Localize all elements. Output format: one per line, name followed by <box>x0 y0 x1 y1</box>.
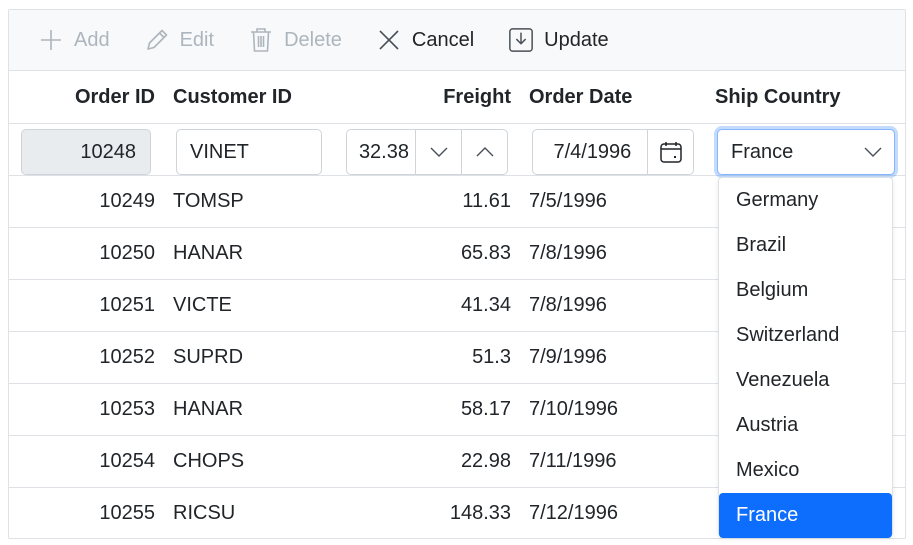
pencil-icon <box>144 27 170 53</box>
cell-order-id: 10255 <box>99 502 155 524</box>
header-order-date[interactable]: Order Date <box>519 86 705 109</box>
customer-id-value: VINET <box>190 140 249 163</box>
customer-id-field[interactable]: VINET <box>176 129 322 175</box>
ship-country-dropdown[interactable]: France <box>717 129 895 175</box>
cell-order-date: 7/5/1996 <box>529 190 607 212</box>
delete-label: Delete <box>284 28 342 51</box>
cell-customer-id: VICTE <box>173 294 232 316</box>
add-button[interactable]: Add <box>38 27 110 53</box>
cell-customer-id: HANAR <box>173 242 244 264</box>
ship-country-value: France <box>731 140 794 163</box>
freight-value: 32.38 <box>358 140 409 163</box>
plus-icon <box>38 27 64 53</box>
cell-customer-id: RICSU <box>173 502 236 524</box>
chevron-up-icon <box>476 147 493 157</box>
edit-button[interactable]: Edit <box>144 27 214 53</box>
order-id-value: 10248 <box>80 140 136 163</box>
dropdown-option[interactable]: Mexico <box>719 448 892 493</box>
cell-freight: 51.3 <box>472 346 511 368</box>
chevron-down-icon <box>430 147 447 157</box>
cell-freight: 41.34 <box>460 294 511 316</box>
cell-freight: 58.17 <box>460 398 511 420</box>
header-freight[interactable]: Freight <box>343 86 519 109</box>
header-order-id[interactable]: Order ID <box>9 86 163 109</box>
update-label: Update <box>544 28 609 51</box>
save-icon <box>508 27 534 53</box>
trash-icon <box>248 27 274 53</box>
chevron-down-icon <box>864 147 882 157</box>
dropdown-option[interactable]: Austria <box>719 403 892 448</box>
order-id-field: 10248 <box>21 129 151 175</box>
header-customer-id[interactable]: Customer ID <box>163 86 343 109</box>
dropdown-option[interactable]: Switzerland <box>719 313 892 358</box>
dropdown-option[interactable]: Brazil <box>719 223 892 268</box>
dropdown-option[interactable]: Venezuela <box>719 358 892 403</box>
grid-header: Order ID Customer ID Freight Order Date … <box>9 71 905 124</box>
cell-freight: 11.61 <box>462 190 511 212</box>
edit-label: Edit <box>179 28 215 51</box>
update-button[interactable]: Update <box>508 27 609 53</box>
cell-customer-id: TOMSP <box>173 190 244 212</box>
order-date-value: 7/4/1996 <box>553 140 632 163</box>
cancel-button[interactable]: Cancel <box>376 27 474 53</box>
calendar-icon <box>659 142 682 163</box>
cell-order-id: 10251 <box>99 294 155 316</box>
dropdown-option[interactable]: France <box>719 493 892 538</box>
cell-order-id: 10250 <box>99 242 155 264</box>
cell-freight: 65.83 <box>460 242 511 264</box>
cell-order-id: 10252 <box>99 346 155 368</box>
cell-order-date: 7/8/1996 <box>529 294 607 316</box>
edit-row: 10248 VINET 32.38 7/4/1996 France <box>9 124 905 176</box>
ship-country-popup: Germany Brazil Belgium Switzerland Venezuela… <box>718 177 893 538</box>
cell-order-date: 7/9/1996 <box>529 346 607 368</box>
dropdown-option[interactable]: Belgium <box>719 268 892 313</box>
cell-freight: 22.98 <box>460 450 511 472</box>
freight-numeric-input[interactable]: 32.38 <box>346 129 508 175</box>
header-ship-country[interactable]: Ship Country <box>705 86 905 109</box>
cell-freight: 148.33 <box>449 502 511 524</box>
toolbar: Add Edit Delete Cancel Update <box>9 10 905 71</box>
add-label: Add <box>74 28 110 51</box>
close-icon <box>376 27 402 53</box>
cell-customer-id: CHOPS <box>173 450 245 472</box>
cancel-label: Cancel <box>411 28 475 51</box>
increment-button[interactable] <box>461 130 507 174</box>
cell-order-date: 7/12/1996 <box>529 502 618 524</box>
cell-order-id: 10253 <box>99 398 155 420</box>
cell-customer-id: HANAR <box>173 398 244 420</box>
cell-customer-id: SUPRD <box>173 346 244 368</box>
cell-order-date: 7/10/1996 <box>529 398 618 420</box>
cell-order-date: 7/11/1996 <box>529 450 617 472</box>
decrement-button[interactable] <box>415 130 461 174</box>
delete-button[interactable]: Delete <box>248 27 342 53</box>
cell-order-id: 10249 <box>99 190 155 212</box>
dropdown-option[interactable]: Germany <box>719 178 892 223</box>
cell-order-date: 7/8/1996 <box>529 242 607 264</box>
calendar-button[interactable] <box>647 130 693 174</box>
cell-order-id: 10254 <box>99 450 155 472</box>
order-date-picker[interactable]: 7/4/1996 <box>532 129 694 175</box>
